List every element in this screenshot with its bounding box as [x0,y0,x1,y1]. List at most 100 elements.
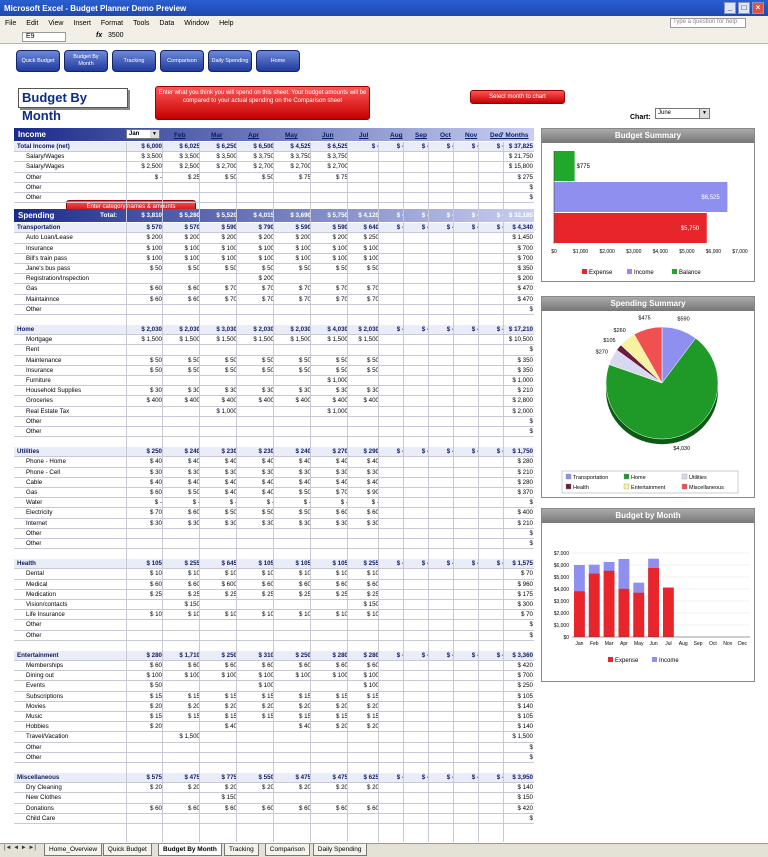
cell[interactable]: $ 2,030 [275,325,311,335]
cell[interactable]: $ 30 [126,468,162,478]
cell[interactable]: $ 50 [201,173,237,183]
cell[interactable]: $ 100 [201,671,237,681]
cell[interactable]: $ 2,500 [164,162,200,172]
cell[interactable]: $ 20 [201,783,237,793]
cell[interactable]: $ 60 [126,295,162,305]
cell[interactable]: $ 30 [312,519,348,529]
cell[interactable]: $ 40 [275,722,311,732]
cell[interactable]: $ 6,025 [164,142,200,152]
cell[interactable]: $ 50 [164,264,200,274]
cell[interactable]: $ 70 [201,295,237,305]
minimize-icon[interactable]: _ [724,2,736,14]
cell[interactable]: $ 30 [126,386,162,396]
close-icon[interactable]: × [752,2,764,14]
cell[interactable]: $ 50 [164,356,200,366]
cell[interactable]: $ 70 [275,295,311,305]
cell[interactable]: $ 3,750 [238,152,274,162]
cell[interactable]: $ 25 [126,590,162,600]
cell[interactable]: $ 4,525 [275,142,311,152]
cell[interactable]: $ - [312,498,348,508]
cell[interactable]: $ 100 [312,671,348,681]
cell[interactable]: $ 475 [164,773,200,783]
cell[interactable]: $ 30 [349,519,379,529]
cell[interactable]: $ 625 [349,773,379,783]
menu-view[interactable]: View [43,20,68,27]
cell[interactable]: $ 100 [126,671,162,681]
cell[interactable]: $ 30 [201,386,237,396]
cell[interactable]: $ 60 [312,580,348,590]
cell[interactable]: $ - [380,651,404,661]
cell[interactable]: $ 50 [201,264,237,274]
cell[interactable]: $ - [455,559,479,569]
cell[interactable]: $ 105 [275,559,311,569]
cell[interactable]: $ 40 [312,457,348,467]
cell[interactable]: $ 105 [238,559,274,569]
cell[interactable]: $ 100 [275,671,311,681]
cell[interactable]: $ 250 [126,447,162,457]
cell[interactable]: $ 15 [126,712,162,722]
cell[interactable]: $ 30 [164,468,200,478]
cell[interactable]: $ 240 [164,447,200,457]
cell[interactable]: $ 30 [275,468,311,478]
cell[interactable]: $ 1,500 [312,335,348,345]
cell[interactable]: $ 50 [349,264,379,274]
cell[interactable]: $ 570 [164,223,200,233]
cell[interactable]: $ 400 [349,396,379,406]
cell[interactable]: $ 100 [349,681,379,691]
cell[interactable]: $ 70 [126,508,162,518]
cell[interactable]: $ - [405,325,429,335]
cell[interactable]: $ 60 [238,580,274,590]
cell[interactable]: $ 70 [312,488,348,498]
cell[interactable]: $ - [349,498,379,508]
menu-help[interactable]: Help [214,20,238,27]
cell[interactable]: $ 100 [126,244,162,254]
cell[interactable]: $ 50 [275,366,311,376]
cell[interactable]: $ 50 [201,508,237,518]
cell[interactable]: $ 15 [201,692,237,702]
cell[interactable]: $ 25 [201,590,237,600]
cell[interactable]: $ 100 [349,244,379,254]
cell[interactable]: $ 30 [349,386,379,396]
cell[interactable]: $ 475 [275,773,311,783]
cell[interactable]: $ 50 [275,508,311,518]
cell[interactable]: $ 25 [164,590,200,600]
cell[interactable]: $ - [126,173,162,183]
cell[interactable]: $ - [380,142,404,152]
cell[interactable]: $ 255 [164,559,200,569]
cell[interactable]: $ - [405,559,429,569]
cell[interactable]: $ 40 [275,478,311,488]
cell[interactable]: $ 30 [164,386,200,396]
formula-input[interactable]: 3500 [108,32,124,39]
cell[interactable]: $ 70 [238,295,274,305]
cell[interactable]: $ 15 [164,692,200,702]
cell[interactable]: $ 70 [238,284,274,294]
cell[interactable]: $ 60 [349,508,379,518]
cell[interactable]: $ - [455,447,479,457]
cell[interactable]: $ 100 [312,254,348,264]
cell[interactable]: $ 30 [349,468,379,478]
cell[interactable]: $ 10 [275,610,311,620]
cell[interactable]: $ 100 [349,254,379,264]
cell[interactable]: $ 400 [238,396,274,406]
cell[interactable]: $ - [430,447,454,457]
cell[interactable]: $ - [430,773,454,783]
cell[interactable]: $ 15 [275,692,311,702]
cell[interactable]: $ - [405,651,429,661]
cell[interactable]: $ 575 [126,773,162,783]
cell[interactable]: $ 20 [164,702,200,712]
cell[interactable]: $ 40 [201,722,237,732]
cell[interactable]: $ 30 [275,386,311,396]
cell[interactable]: $ 20 [312,722,348,732]
cell[interactable]: $ 50 [126,264,162,274]
cell[interactable]: $ 250 [275,651,311,661]
cell[interactable]: $ 50 [238,366,274,376]
cell[interactable]: $ 40 [164,457,200,467]
cell[interactable]: $ - [380,773,404,783]
cell[interactable]: $ 10 [164,610,200,620]
cell[interactable]: $ 1,500 [238,335,274,345]
maximize-icon[interactable]: □ [738,2,750,14]
cell[interactable]: $ 40 [201,478,237,488]
cell[interactable]: $ 70 [312,284,348,294]
cell[interactable]: $ 70 [312,295,348,305]
cell[interactable]: $ 200 [164,233,200,243]
